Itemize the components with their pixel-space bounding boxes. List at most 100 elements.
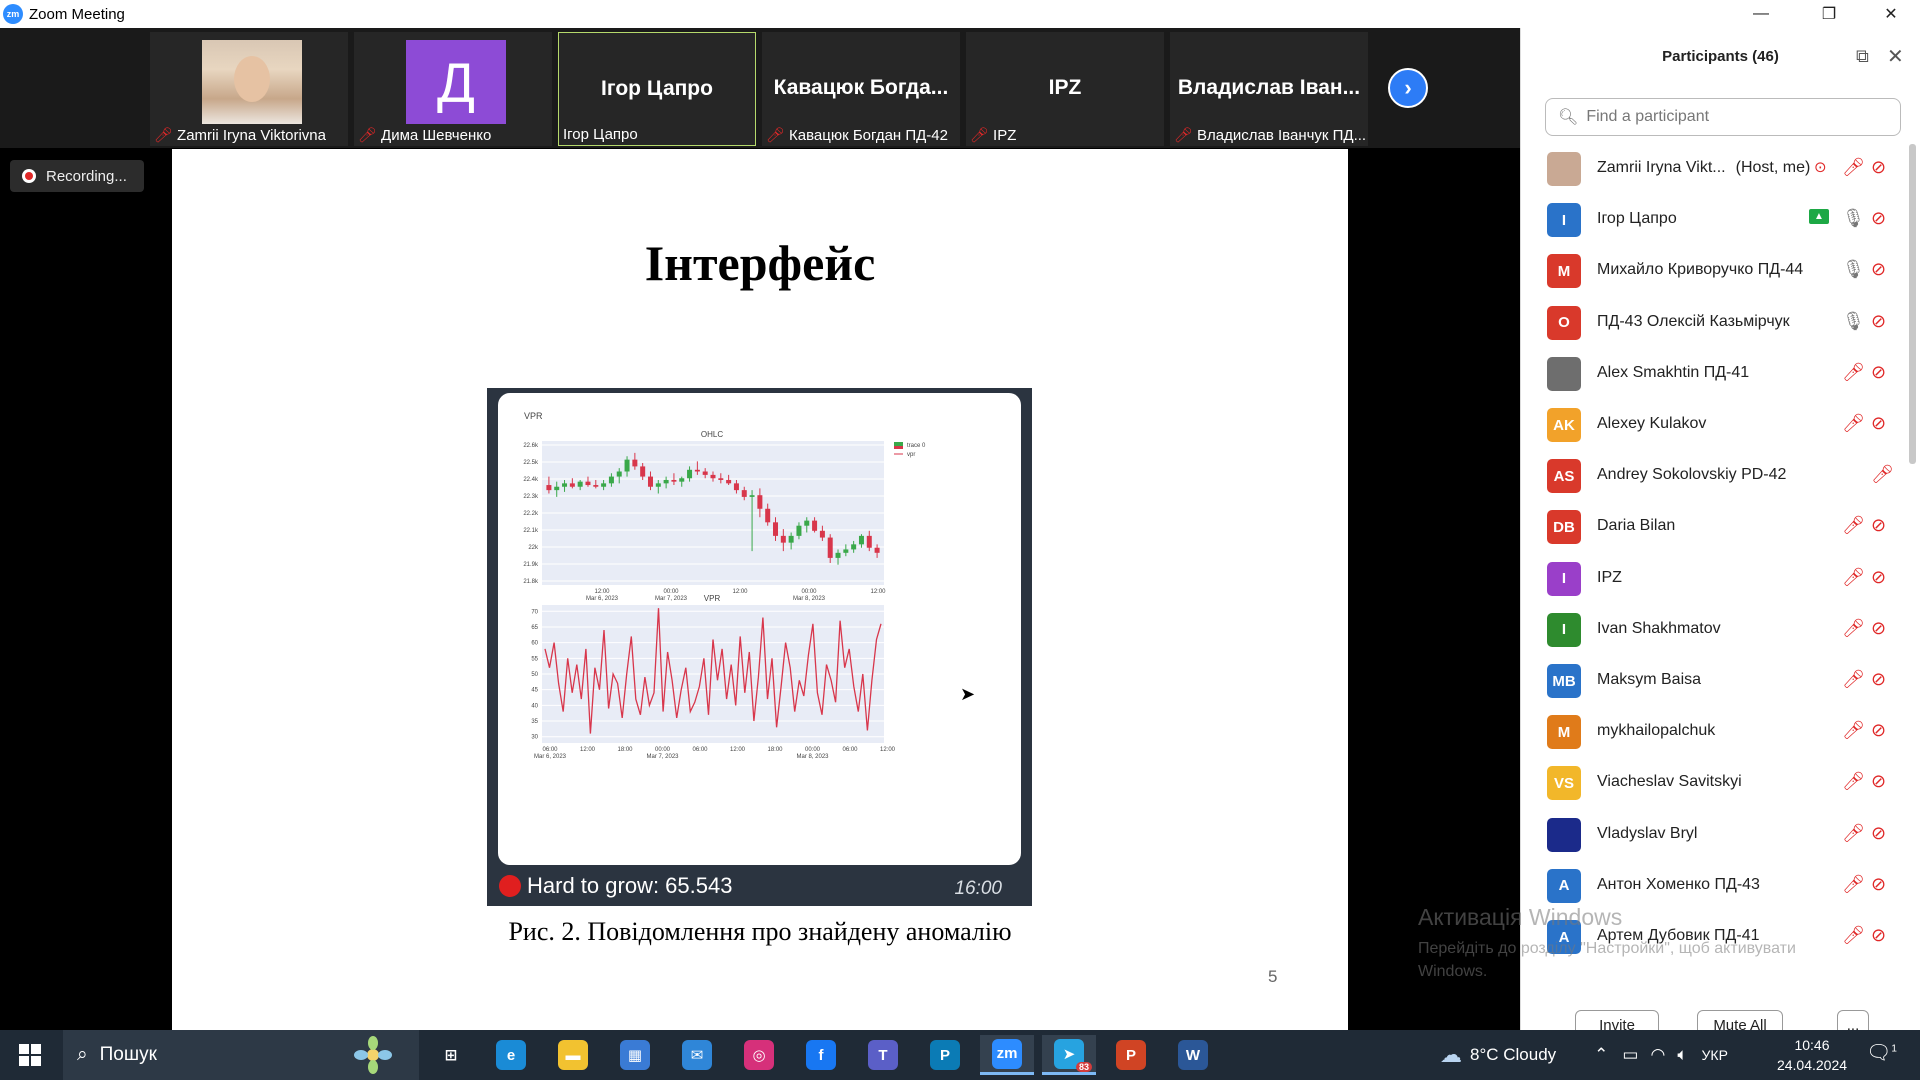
- edge-glyph: e: [496, 1040, 526, 1070]
- video-off-icon[interactable]: ⊘: [1871, 771, 1886, 792]
- mail-icon[interactable]: ✉: [670, 1035, 724, 1075]
- muted-mic-icon[interactable]: 🎤︎: [1842, 669, 1865, 690]
- muted-mic-icon[interactable]: 🎤︎: [1842, 515, 1865, 536]
- pearson-icon[interactable]: P: [918, 1035, 972, 1075]
- video-off-icon[interactable]: ⊘: [1871, 362, 1886, 383]
- video-off-icon[interactable]: ⊘: [1871, 157, 1886, 178]
- muted-mic-icon[interactable]: 🎤︎: [1842, 362, 1865, 383]
- scrollbar[interactable]: [1909, 144, 1916, 464]
- video-tile[interactable]: IPZ 🎤︎ IPZ: [966, 32, 1164, 146]
- participant-row[interactable]: AS Andrey Sokolovskiy PD-42 🎤︎: [1521, 451, 1911, 502]
- wifi-icon[interactable]: ◠: [1650, 1045, 1665, 1065]
- facebook-icon[interactable]: f: [794, 1035, 848, 1075]
- notification-icon[interactable]: 🗨︎1: [1866, 1040, 1897, 1065]
- slide-title: Інтерфейс: [644, 235, 876, 291]
- muted-mic-icon[interactable]: 🎤︎: [1842, 720, 1865, 741]
- chevron-up-icon[interactable]: ⌃: [1594, 1045, 1608, 1065]
- recording-indicator[interactable]: Recording...: [10, 160, 144, 192]
- activation-watermark-text: Перейдіть до розділу "Настройки", щоб ак…: [1418, 940, 1796, 980]
- video-tile[interactable]: Владислав Іван... 🎤︎ Владислав Іванчук ПД…: [1170, 32, 1368, 146]
- powerpoint-icon[interactable]: P: [1104, 1035, 1158, 1075]
- search-icon: 🔍︎: [1558, 109, 1579, 126]
- teams-icon[interactable]: T: [856, 1035, 910, 1075]
- candle-body: [788, 535, 794, 543]
- muted-mic-icon[interactable]: 🎤︎: [1842, 618, 1865, 639]
- participant-row[interactable]: О ПД-43 Олексій Казьмірчук 🎙︎ ⊘: [1521, 298, 1911, 349]
- muted-mic-icon[interactable]: 🎤︎: [1842, 413, 1865, 434]
- mic-icon[interactable]: 🎙︎: [1842, 208, 1865, 229]
- participant-row[interactable]: Vladyslav Bryl 🎤︎ ⊘: [1521, 810, 1911, 861]
- candle-body: [608, 476, 614, 484]
- muted-mic-icon[interactable]: 🎤︎: [1842, 567, 1865, 588]
- video-tile-active-speaker[interactable]: Ігор Цапро Ігор Цапро: [558, 32, 756, 146]
- participant-row[interactable]: VS Viacheslav Savitskyi 🎤︎ ⊘: [1521, 758, 1911, 809]
- participant-row[interactable]: DB Daria Bilan 🎤︎ ⊘: [1521, 502, 1911, 553]
- language-indicator[interactable]: УКР: [1702, 1047, 1728, 1063]
- x-tick-label: Mar 6, 2023: [534, 754, 567, 760]
- muted-mic-icon[interactable]: 🎤︎: [1842, 157, 1865, 178]
- candle-body: [546, 485, 552, 491]
- video-tile[interactable]: Кавацюк Богда... 🎤︎ Кавацюк Богдан ПД-42: [762, 32, 960, 146]
- word-icon[interactable]: W: [1166, 1035, 1220, 1075]
- search-highlight-icon: [354, 1036, 392, 1074]
- video-off-icon[interactable]: ⊘: [1871, 311, 1886, 332]
- muted-mic-icon[interactable]: 🎤︎: [1871, 464, 1894, 485]
- search-input[interactable]: [1586, 108, 1887, 126]
- participant-row[interactable]: Mmykhailopalchuk 🎤︎ ⊘: [1521, 707, 1911, 758]
- windows-start-icon[interactable]: [0, 1030, 60, 1080]
- participant-row[interactable]: MB Maksym Baisa 🎤︎ ⊘: [1521, 656, 1911, 707]
- chevron-right-icon[interactable]: ›: [1388, 68, 1428, 108]
- participant-row[interactable]: M Михайло Криворучко ПД-44 🎙︎ ⊘: [1521, 246, 1911, 297]
- telegram-icon[interactable]: ➤ 83: [1042, 1035, 1096, 1075]
- popout-icon[interactable]: ⧉: [1856, 46, 1869, 67]
- chart-card: VPR OHLC 22.6k 22.5k 22.4k 22.3k 22.2k 22.1k 22k…: [498, 393, 1021, 865]
- file-explorer-icon[interactable]: ▬: [546, 1035, 600, 1075]
- video-off-icon[interactable]: ⊘: [1871, 567, 1886, 588]
- muted-mic-icon[interactable]: 🎤︎: [1842, 771, 1865, 792]
- video-tile[interactable]: Д 🎤︎ Дима Шевченко: [354, 32, 552, 146]
- video-off-icon[interactable]: ⊘: [1871, 823, 1886, 844]
- message-time: 16:00: [954, 878, 1002, 899]
- close-icon[interactable]: ✕: [1862, 0, 1920, 28]
- video-tile[interactable]: 🎤︎ Zamrii Iryna Viktorivna: [150, 32, 348, 146]
- participant-row[interactable]: I Ivan Shakhmatov 🎤︎ ⊘: [1521, 605, 1911, 656]
- taskbar-search[interactable]: ⌕ Пошук: [63, 1030, 419, 1080]
- participant-name-text: Ivan Shakhmatov: [1597, 619, 1721, 637]
- participant-row[interactable]: Alex Smakhtin ПД-41 🎤︎ ⊘: [1521, 349, 1911, 400]
- muted-mic-icon[interactable]: 🎤︎: [1842, 874, 1865, 895]
- legend-label: trace 0: [907, 443, 926, 449]
- participant-row[interactable]: Zamrii Iryna Vikt... (Host, me) ⊙ 🎤︎ ⊘: [1521, 144, 1911, 195]
- task-view-icon[interactable]: ⊞: [424, 1035, 478, 1075]
- mic-icon[interactable]: 🎙︎: [1842, 259, 1865, 280]
- video-off-icon[interactable]: ⊘: [1871, 618, 1886, 639]
- video-off-icon[interactable]: ⊘: [1871, 720, 1886, 741]
- participant-row[interactable]: I Ігор Цапро ▲ 🎙︎ ⊘: [1521, 195, 1911, 246]
- muted-mic-icon[interactable]: 🎤︎: [1842, 823, 1865, 844]
- participant-search[interactable]: 🔍︎: [1545, 98, 1901, 136]
- edge-icon[interactable]: e: [484, 1035, 538, 1075]
- zoom-icon[interactable]: zm: [980, 1035, 1034, 1075]
- weather-text[interactable]: 8°C Cloudy: [1470, 1045, 1556, 1065]
- video-off-icon[interactable]: ⊘: [1871, 515, 1886, 536]
- video-off-icon[interactable]: ⊘: [1871, 208, 1886, 229]
- video-off-icon[interactable]: ⊘: [1871, 669, 1886, 690]
- video-off-icon[interactable]: ⊘: [1871, 413, 1886, 434]
- minimize-icon[interactable]: —: [1732, 0, 1790, 28]
- close-icon[interactable]: ✕: [1887, 44, 1904, 69]
- participant-row[interactable]: AK Alexey Kulakov 🎤︎ ⊘: [1521, 400, 1911, 451]
- mic-icon[interactable]: 🎙︎: [1842, 311, 1865, 332]
- volume-icon[interactable]: 🔈︎: [1677, 1045, 1687, 1065]
- muted-mic-icon: 🎤︎: [970, 127, 990, 144]
- candle-body: [585, 481, 591, 486]
- tile-big-name: IPZ: [1048, 76, 1082, 99]
- candle-body: [687, 469, 693, 479]
- instagram-icon[interactable]: ◎: [732, 1035, 786, 1075]
- store-icon[interactable]: ▦: [608, 1035, 662, 1075]
- video-off-icon[interactable]: ⊘: [1871, 925, 1886, 946]
- clock[interactable]: 10:46 24.04.2024: [1772, 1035, 1852, 1075]
- battery-icon[interactable]: ▭: [1622, 1045, 1638, 1065]
- restore-icon[interactable]: ❐: [1800, 0, 1858, 28]
- video-off-icon[interactable]: ⊘: [1871, 874, 1886, 895]
- video-off-icon[interactable]: ⊘: [1871, 259, 1886, 280]
- participant-row[interactable]: I IPZ 🎤︎ ⊘: [1521, 554, 1911, 605]
